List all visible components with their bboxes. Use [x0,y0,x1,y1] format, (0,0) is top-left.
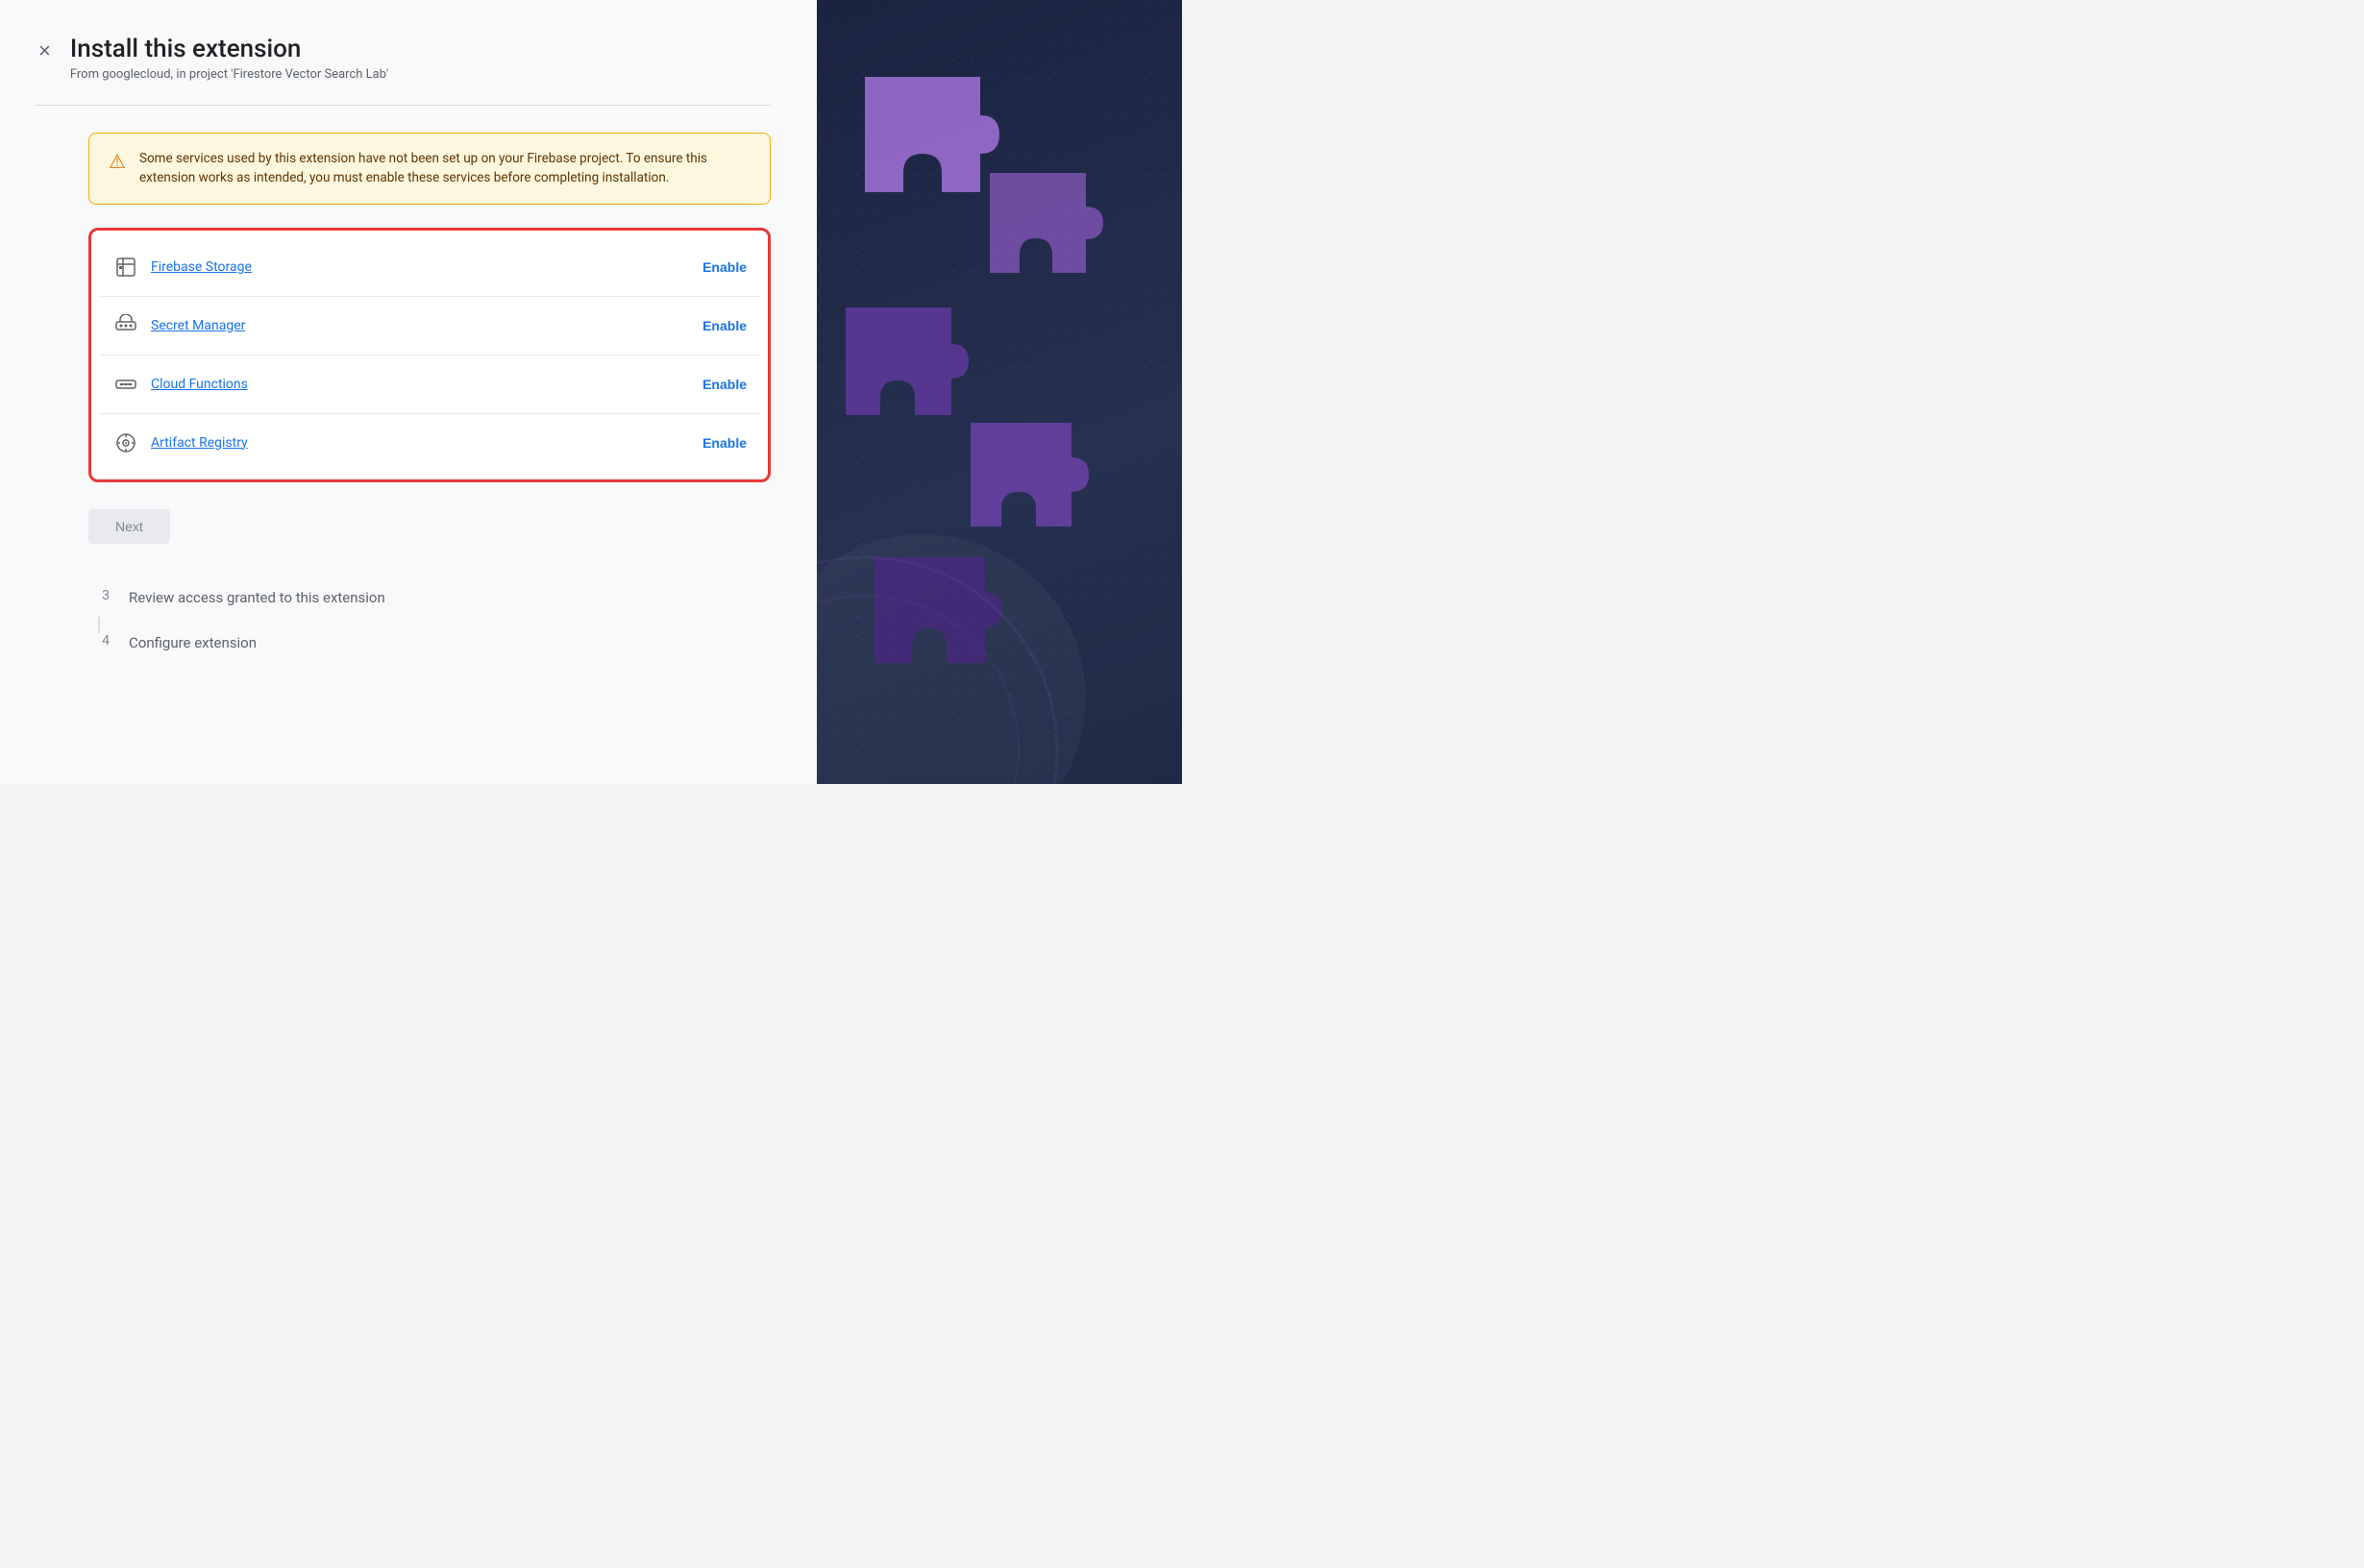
puzzle-illustration [817,0,1182,784]
page-title: Install this extension [70,35,388,63]
cloud-functions-enable-btn[interactable]: Enable [702,377,747,392]
cloud-functions-link[interactable]: Cloud Functions [151,377,248,392]
warning-icon: ⚠ [109,150,126,188]
warning-text: Some services used by this extension hav… [139,149,751,188]
firebase-storage-link[interactable]: Firebase Storage [151,259,252,275]
right-panel [817,0,1182,784]
step-item-3: 3 Review access granted to this extensio… [88,575,771,620]
secret-manager-link[interactable]: Secret Manager [151,318,245,333]
step-number-3: 3 [88,588,110,603]
steps-list: 3 Review access granted to this extensio… [88,575,771,665]
service-row-secret-manager: Secret Manager Enable [99,297,760,355]
storage-icon [112,254,139,281]
service-row-artifact-registry: Artifact Registry Enable [99,414,760,472]
left-panel: × Install this extension From googleclou… [0,0,817,784]
header-text: Install this extension From googlecloud,… [70,35,388,82]
firebase-storage-enable-btn[interactable]: Enable [702,259,747,275]
step-label-4: Configure extension [129,633,257,651]
secret-manager-enable-btn[interactable]: Enable [702,318,747,333]
functions-icon [112,371,139,398]
artifact-icon [112,429,139,456]
header: × Install this extension From googleclou… [35,35,771,82]
next-button[interactable]: Next [88,509,170,544]
subtitle: From googlecloud, in project 'Firestore … [70,67,388,82]
content-area: ⚠ Some services used by this extension h… [35,133,771,665]
step-item-4: 4 Configure extension [88,620,771,665]
artifact-registry-link[interactable]: Artifact Registry [151,435,248,451]
warning-box: ⚠ Some services used by this extension h… [88,133,771,205]
service-row-firebase-storage: Firebase Storage Enable [99,238,760,297]
divider [35,105,771,106]
step-label-3: Review access granted to this extension [129,588,385,606]
service-left: Cloud Functions [112,371,248,398]
close-button[interactable]: × [35,37,55,65]
secret-icon [112,312,139,339]
service-left: Secret Manager [112,312,245,339]
step-number-4: 4 [88,633,110,649]
services-box: Firebase Storage Enable [88,228,771,482]
service-row-cloud-functions: Cloud Functions Enable [99,355,760,414]
service-left: Artifact Registry [112,429,248,456]
service-left: Firebase Storage [112,254,252,281]
artifact-registry-enable-btn[interactable]: Enable [702,435,747,451]
